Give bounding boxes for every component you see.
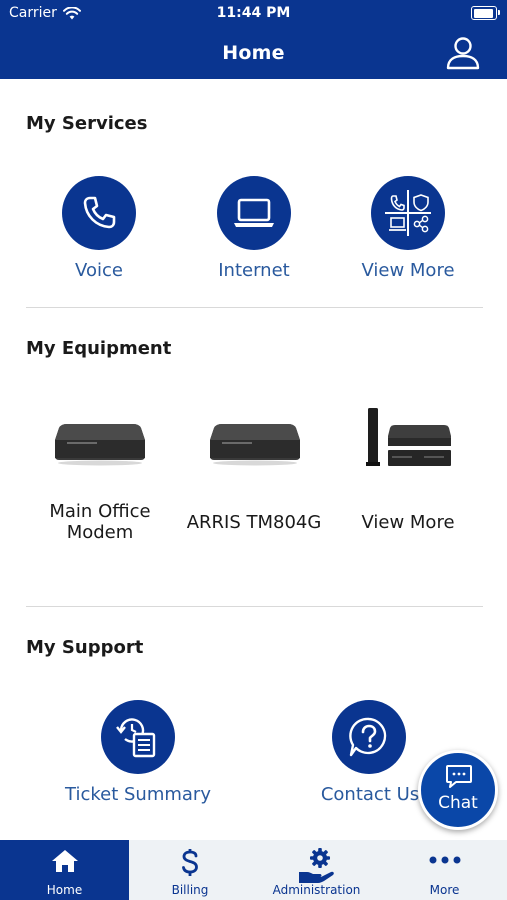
user-icon bbox=[446, 37, 480, 70]
tab-administration[interactable]: Administration bbox=[251, 840, 382, 900]
chat-bubble-icon bbox=[446, 765, 472, 788]
services-grid-icon bbox=[385, 190, 431, 236]
voice-circle bbox=[62, 176, 136, 250]
internet-label: Internet bbox=[218, 260, 290, 281]
home-icon bbox=[51, 850, 78, 872]
tab-home[interactable]: Home bbox=[0, 840, 129, 900]
services-section-title: My Services bbox=[26, 113, 148, 134]
view-more-circle bbox=[371, 176, 445, 250]
battery-icon bbox=[471, 6, 500, 20]
more-dots-icon bbox=[429, 856, 460, 864]
tab-billing[interactable]: Billing bbox=[129, 840, 251, 900]
tab-more-label: More bbox=[429, 883, 460, 897]
question-bubble-icon bbox=[349, 717, 387, 757]
view-more-services-label: View More bbox=[361, 260, 455, 281]
support-section-title: My Support bbox=[26, 637, 144, 658]
equipment-section-title: My Equipment bbox=[26, 338, 172, 359]
ticket-summary-circle bbox=[101, 700, 175, 774]
tab-bar: Home Billing Administration More bbox=[0, 840, 507, 900]
router-stack-icon bbox=[366, 408, 451, 466]
voice-label: Voice bbox=[75, 260, 123, 281]
dollar-icon bbox=[182, 849, 198, 876]
chat-label: Chat bbox=[438, 793, 478, 813]
divider-equipment bbox=[26, 606, 483, 607]
main-office-modem-label: Main Office Modem bbox=[49, 501, 151, 543]
status-time: 11:44 PM bbox=[216, 5, 291, 21]
view-more-equipment-label: View More bbox=[361, 512, 455, 533]
arris-tm804g-label: ARRIS TM804G bbox=[186, 512, 322, 533]
profile-button[interactable] bbox=[445, 36, 481, 70]
admin-gear-icon bbox=[298, 848, 334, 883]
top-bar: Carrier 11:44 PM Home bbox=[0, 0, 507, 79]
internet-circle bbox=[217, 176, 291, 250]
modem-icon bbox=[55, 424, 145, 466]
page-title: Home bbox=[222, 42, 285, 64]
laptop-icon bbox=[234, 198, 274, 227]
tab-home-label: Home bbox=[46, 883, 83, 897]
ticket-history-icon bbox=[116, 718, 156, 758]
ticket-summary-label: Ticket Summary bbox=[65, 784, 211, 805]
modem-icon bbox=[210, 424, 300, 466]
tab-more[interactable]: More bbox=[382, 840, 507, 900]
tab-billing-label: Billing bbox=[171, 883, 209, 897]
phone-icon bbox=[83, 196, 116, 229]
contact-us-circle bbox=[332, 700, 406, 774]
divider-services bbox=[26, 307, 483, 308]
chat-button[interactable]: Chat bbox=[418, 750, 498, 830]
tab-administration-label: Administration bbox=[272, 883, 361, 897]
